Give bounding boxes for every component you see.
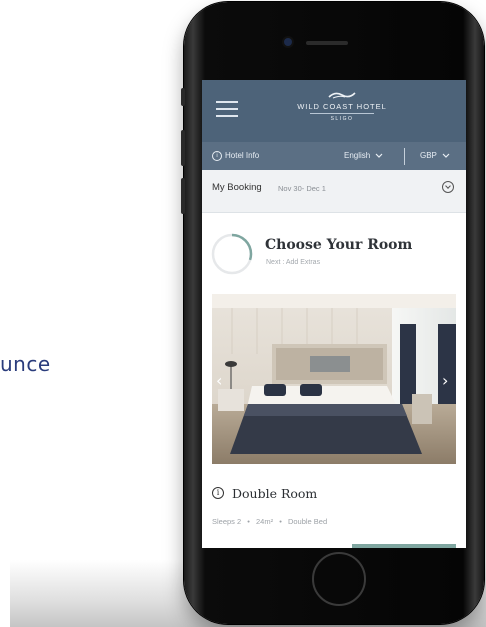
room-info-icon[interactable]: i (212, 487, 224, 499)
phone-volume-up (181, 130, 185, 166)
info-icon: i (212, 151, 222, 161)
home-button[interactable] (312, 552, 366, 606)
booking-label: My Booking (212, 182, 262, 193)
currency-label: GBP (420, 151, 437, 160)
hotel-info-link[interactable]: i Hotel Info (212, 151, 259, 161)
phone-speaker (306, 41, 348, 45)
currency-select[interactable]: GBP (420, 151, 450, 160)
next-step-label: Next : Add Extras (266, 259, 321, 266)
meta-separator: • (279, 517, 282, 526)
booking-dates: Nov 30- Dec 1 (278, 184, 326, 193)
app-screen: WILD COAST HOTEL SLIGO i Hotel Info Engli… (202, 80, 466, 548)
hotel-logo[interactable]: WILD COAST HOTEL SLIGO (272, 90, 412, 134)
app-header: WILD COAST HOTEL SLIGO (202, 80, 466, 142)
phone-volume-down (181, 178, 185, 214)
select-room-button[interactable] (352, 544, 456, 548)
logo-divider (310, 113, 374, 114)
meta-separator: • (247, 517, 250, 526)
background-caption: unce (0, 352, 51, 376)
chevron-down-icon (442, 153, 450, 158)
utility-bar: i Hotel Info English GBP (202, 142, 466, 170)
wave-logo-icon (328, 92, 356, 99)
language-select[interactable]: English (344, 151, 383, 160)
chevron-down-icon (376, 153, 383, 158)
chevron-left-icon[interactable]: ‹ (216, 371, 222, 390)
phone-mute-switch (181, 88, 185, 106)
phone-camera (284, 38, 292, 46)
hotel-name: WILD COAST HOTEL (297, 102, 387, 111)
chevron-right-icon[interactable]: › (442, 371, 448, 390)
hotel-location: SLIGO (330, 116, 354, 122)
room-photo[interactable]: ‹ › (212, 294, 456, 464)
progress-ring (211, 233, 253, 275)
booking-summary-bar[interactable]: My Booking Nov 30- Dec 1 (202, 170, 466, 213)
toolbar-divider (404, 148, 405, 165)
room-details: Sleeps 2 • 24m² • Double Bed (212, 517, 331, 526)
hotel-info-label: Hotel Info (225, 151, 260, 161)
hamburger-icon[interactable] (216, 101, 238, 117)
room-size: 24m² (256, 517, 274, 526)
expand-booking-icon[interactable] (442, 181, 454, 193)
room-name[interactable]: Double Room (232, 486, 317, 501)
step-title: Choose Your Room (265, 237, 413, 253)
room-bed: Double Bed (287, 517, 328, 526)
room-sleeps: Sleeps 2 (212, 517, 242, 526)
language-label: English (344, 151, 371, 160)
